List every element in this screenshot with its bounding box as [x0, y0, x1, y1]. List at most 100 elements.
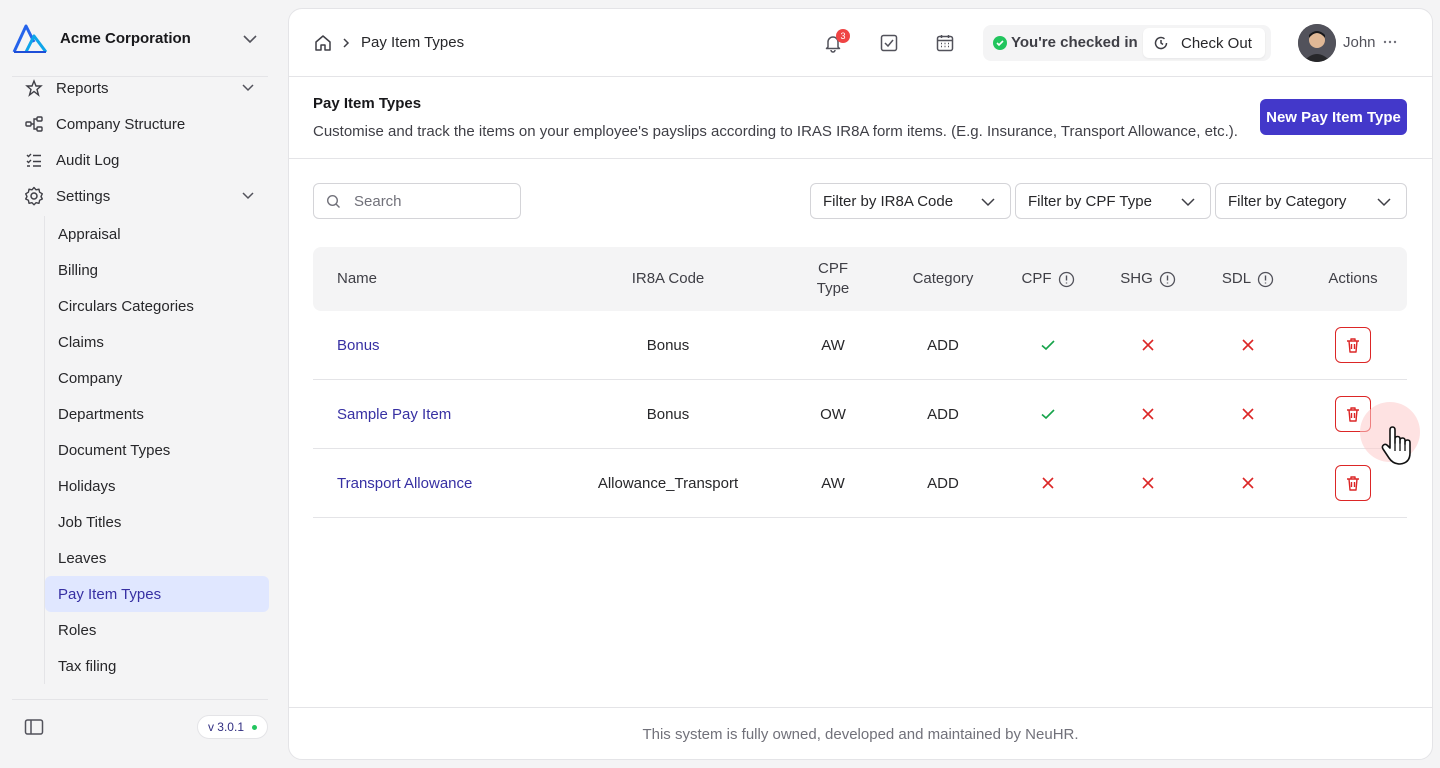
- x-icon: [1142, 408, 1154, 420]
- sidebar-item-pay-item-types[interactable]: Pay Item Types: [45, 576, 269, 612]
- star-icon: [24, 78, 44, 98]
- sidebar-item-company-structure[interactable]: Company Structure: [12, 106, 268, 142]
- pay-item-name-link[interactable]: Sample Pay Item: [337, 380, 557, 448]
- sidebar-toggle-icon[interactable]: [24, 718, 44, 736]
- table-row: Sample Pay Item Bonus OW ADD: [313, 380, 1407, 449]
- sidebar-item-label: Billing: [58, 261, 99, 279]
- chevron-down-icon: [981, 198, 995, 207]
- trash-icon: [1347, 338, 1359, 353]
- filter-cpf-dropdown[interactable]: Filter by CPF Type: [1015, 183, 1211, 219]
- column-header-actions: Actions: [1328, 270, 1378, 287]
- delete-button[interactable]: [1335, 465, 1371, 501]
- sidebar-item-departments[interactable]: Departments: [45, 396, 269, 432]
- search-input[interactable]: [354, 184, 514, 218]
- sidebar-item-tax-filing[interactable]: Tax filing: [45, 648, 269, 684]
- info-icon[interactable]: [1058, 271, 1075, 288]
- sidebar-item-label: Appraisal: [58, 225, 121, 243]
- pay-item-name-link[interactable]: Bonus: [337, 311, 557, 379]
- sidebar-item-billing[interactable]: Billing: [45, 252, 269, 288]
- filter-category-dropdown[interactable]: Filter by Category: [1215, 183, 1407, 219]
- column-header-category: Category: [912, 270, 974, 287]
- sidebar-footer: v 3.0.1: [12, 699, 268, 753]
- org-switcher[interactable]: Acme Corporation: [0, 0, 288, 76]
- table-row: Transport Allowance Allowance_Transport …: [313, 449, 1407, 518]
- sidebar-item-roles[interactable]: Roles: [45, 612, 269, 648]
- column-header-cpf-label: CPF: [1021, 270, 1052, 287]
- company-logo-icon: [12, 24, 48, 53]
- delete-button[interactable]: [1335, 327, 1371, 363]
- sidebar-item-label: Company: [58, 369, 123, 387]
- new-pay-item-type-button[interactable]: New Pay Item Type: [1260, 99, 1407, 135]
- chevron-down-icon: [1377, 198, 1391, 207]
- org-name: Acme Corporation: [60, 29, 191, 47]
- main-panel: Pay Item Types 3 You're checked in Check…: [288, 8, 1433, 760]
- breadcrumb-current: Pay Item Types: [361, 34, 465, 51]
- column-header-cpf: CPF: [1003, 247, 1093, 311]
- sidebar-item-reports[interactable]: Reports: [12, 77, 268, 106]
- status-dot: [252, 724, 257, 730]
- sidebar-item-leaves[interactable]: Leaves: [45, 540, 269, 576]
- sidebar-item-label: Audit Log: [56, 151, 120, 169]
- notification-badge: 3: [836, 29, 850, 43]
- check-out-button[interactable]: Check Out: [1143, 28, 1265, 58]
- more-horizontal-icon[interactable]: [1382, 35, 1398, 49]
- trash-icon: [1347, 407, 1359, 422]
- chevron-down-icon: [242, 192, 254, 200]
- sdl-cell: [1203, 311, 1293, 379]
- page-title: Pay Item Types: [313, 95, 422, 112]
- sidebar-item-label: Document Types: [58, 441, 171, 459]
- shg-cell: [1103, 449, 1193, 517]
- chevron-down-icon: [242, 84, 254, 92]
- sidebar-item-audit-log[interactable]: Audit Log: [12, 142, 268, 178]
- sidebar-item-label: Leaves: [58, 549, 107, 567]
- sidebar-item-label: Settings: [56, 187, 111, 205]
- ir8a-code-cell: Bonus: [646, 405, 690, 423]
- shg-cell: [1103, 311, 1193, 379]
- avatar[interactable]: [1298, 24, 1336, 62]
- hierarchy-icon: [24, 114, 44, 134]
- topbar: Pay Item Types 3 You're checked in Check…: [289, 9, 1432, 77]
- sidebar-item-claims[interactable]: Claims: [45, 324, 269, 360]
- chevron-down-icon[interactable]: [240, 32, 260, 46]
- chevron-right-icon: [343, 38, 350, 48]
- check-out-label: Check Out: [1181, 34, 1252, 52]
- x-icon: [1242, 477, 1254, 489]
- column-header-sdl: SDL: [1203, 247, 1293, 311]
- info-icon[interactable]: [1159, 271, 1176, 288]
- sidebar-item-company[interactable]: Company: [45, 360, 269, 396]
- sidebar-item-document-types[interactable]: Document Types: [45, 432, 269, 468]
- x-icon: [1242, 339, 1254, 351]
- category-cell: ADD: [927, 474, 959, 492]
- pay-item-name-link[interactable]: Transport Allowance: [337, 449, 557, 517]
- info-icon[interactable]: [1257, 271, 1274, 288]
- search-icon: [326, 194, 340, 208]
- filter-ir8a-dropdown[interactable]: Filter by IR8A Code: [810, 183, 1011, 219]
- trash-icon: [1347, 476, 1359, 491]
- search-box: [313, 183, 521, 219]
- gear-icon: [24, 186, 44, 206]
- x-icon: [1142, 477, 1154, 489]
- cpf-cell: [1003, 311, 1093, 379]
- sidebar-item-appraisal[interactable]: Appraisal: [45, 216, 269, 252]
- sidebar-item-job-titles[interactable]: Job Titles: [45, 504, 269, 540]
- checklist-icon: [24, 150, 44, 170]
- task-check-icon[interactable]: [879, 33, 899, 53]
- settings-submenu: Appraisal Billing Circulars Categories C…: [44, 216, 269, 684]
- table-row: Bonus Bonus AW ADD: [313, 311, 1407, 380]
- user-name[interactable]: John: [1343, 34, 1376, 51]
- page-header: Pay Item Types Customise and track the i…: [289, 77, 1432, 159]
- shg-cell: [1103, 380, 1193, 448]
- hand-pointer-icon: [1381, 426, 1411, 465]
- home-icon[interactable]: [313, 33, 333, 53]
- sidebar-item-label: Roles: [58, 621, 97, 639]
- sidebar-item-circulars-categories[interactable]: Circulars Categories: [45, 288, 269, 324]
- cpf-type-cell: AW: [821, 474, 845, 492]
- column-header-shg: SHG: [1103, 247, 1193, 311]
- column-header-ir8a: IR8A Code: [631, 270, 705, 287]
- sidebar-item-settings[interactable]: Settings: [12, 178, 268, 214]
- cpf-cell: [1003, 380, 1093, 448]
- calendar-icon[interactable]: [935, 33, 955, 53]
- sidebar-item-holidays[interactable]: Holidays: [45, 468, 269, 504]
- sidebar-item-label: Claims: [58, 333, 104, 351]
- sidebar-item-label: Holidays: [58, 477, 116, 495]
